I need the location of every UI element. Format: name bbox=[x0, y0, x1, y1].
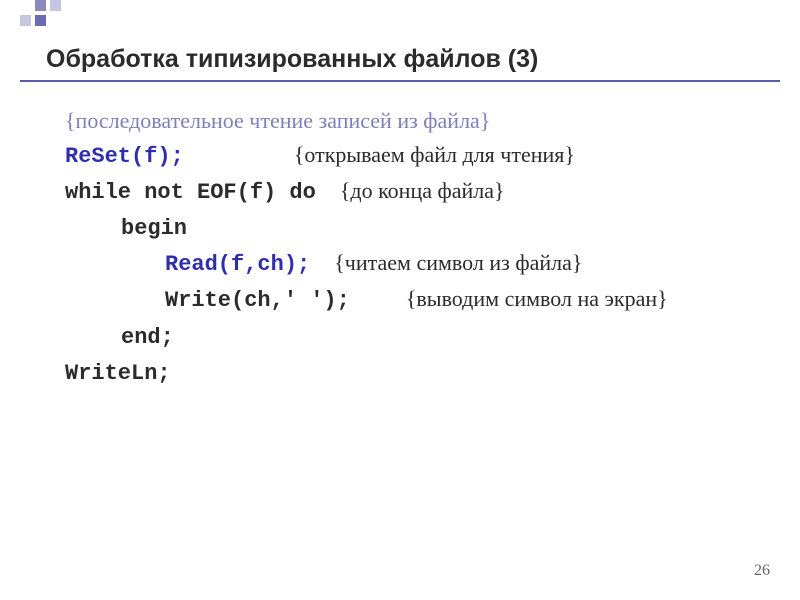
code-writeln: WriteLn; bbox=[65, 361, 171, 386]
line-write: Write(ch,' '); {выводим символ на экран} bbox=[65, 282, 668, 318]
corner-decoration bbox=[20, 0, 65, 30]
comment-read: {читаем символ из файла} bbox=[334, 250, 582, 275]
line-read: Read(f,ch); {читаем символ из файла} bbox=[65, 246, 668, 282]
comment-reset: {открываем файл для чтения} bbox=[294, 142, 575, 167]
line-end: end; bbox=[65, 319, 668, 355]
comment-text: {последовательное чтение записей из файл… bbox=[65, 108, 490, 133]
comment-while: {до конца файла} bbox=[340, 178, 505, 203]
code-write: Write(ch,' '); bbox=[165, 288, 350, 313]
code-begin: begin bbox=[121, 216, 187, 241]
line-while: while not EOF(f) do {до конца файла} bbox=[65, 174, 668, 210]
line-reset: ReSet(f); {открываем файл для чтения} bbox=[65, 138, 668, 174]
code-reset: ReSet(f); bbox=[65, 144, 184, 169]
line-writeln: WriteLn; bbox=[65, 355, 668, 391]
slide-title: Обработка типизированных файлов (3) bbox=[46, 45, 538, 74]
page-number: 26 bbox=[754, 562, 770, 580]
line-comment-header: {последовательное чтение записей из файл… bbox=[65, 104, 668, 138]
code-while: while not EOF(f) do bbox=[65, 180, 316, 205]
code-end: end; bbox=[121, 325, 174, 350]
code-read: Read(f,ch); bbox=[165, 252, 310, 277]
line-begin: begin bbox=[65, 210, 668, 246]
code-block: {последовательное чтение записей из файл… bbox=[65, 104, 668, 391]
comment-write: {выводим символ на экран} bbox=[406, 286, 668, 311]
title-underline bbox=[20, 80, 780, 82]
